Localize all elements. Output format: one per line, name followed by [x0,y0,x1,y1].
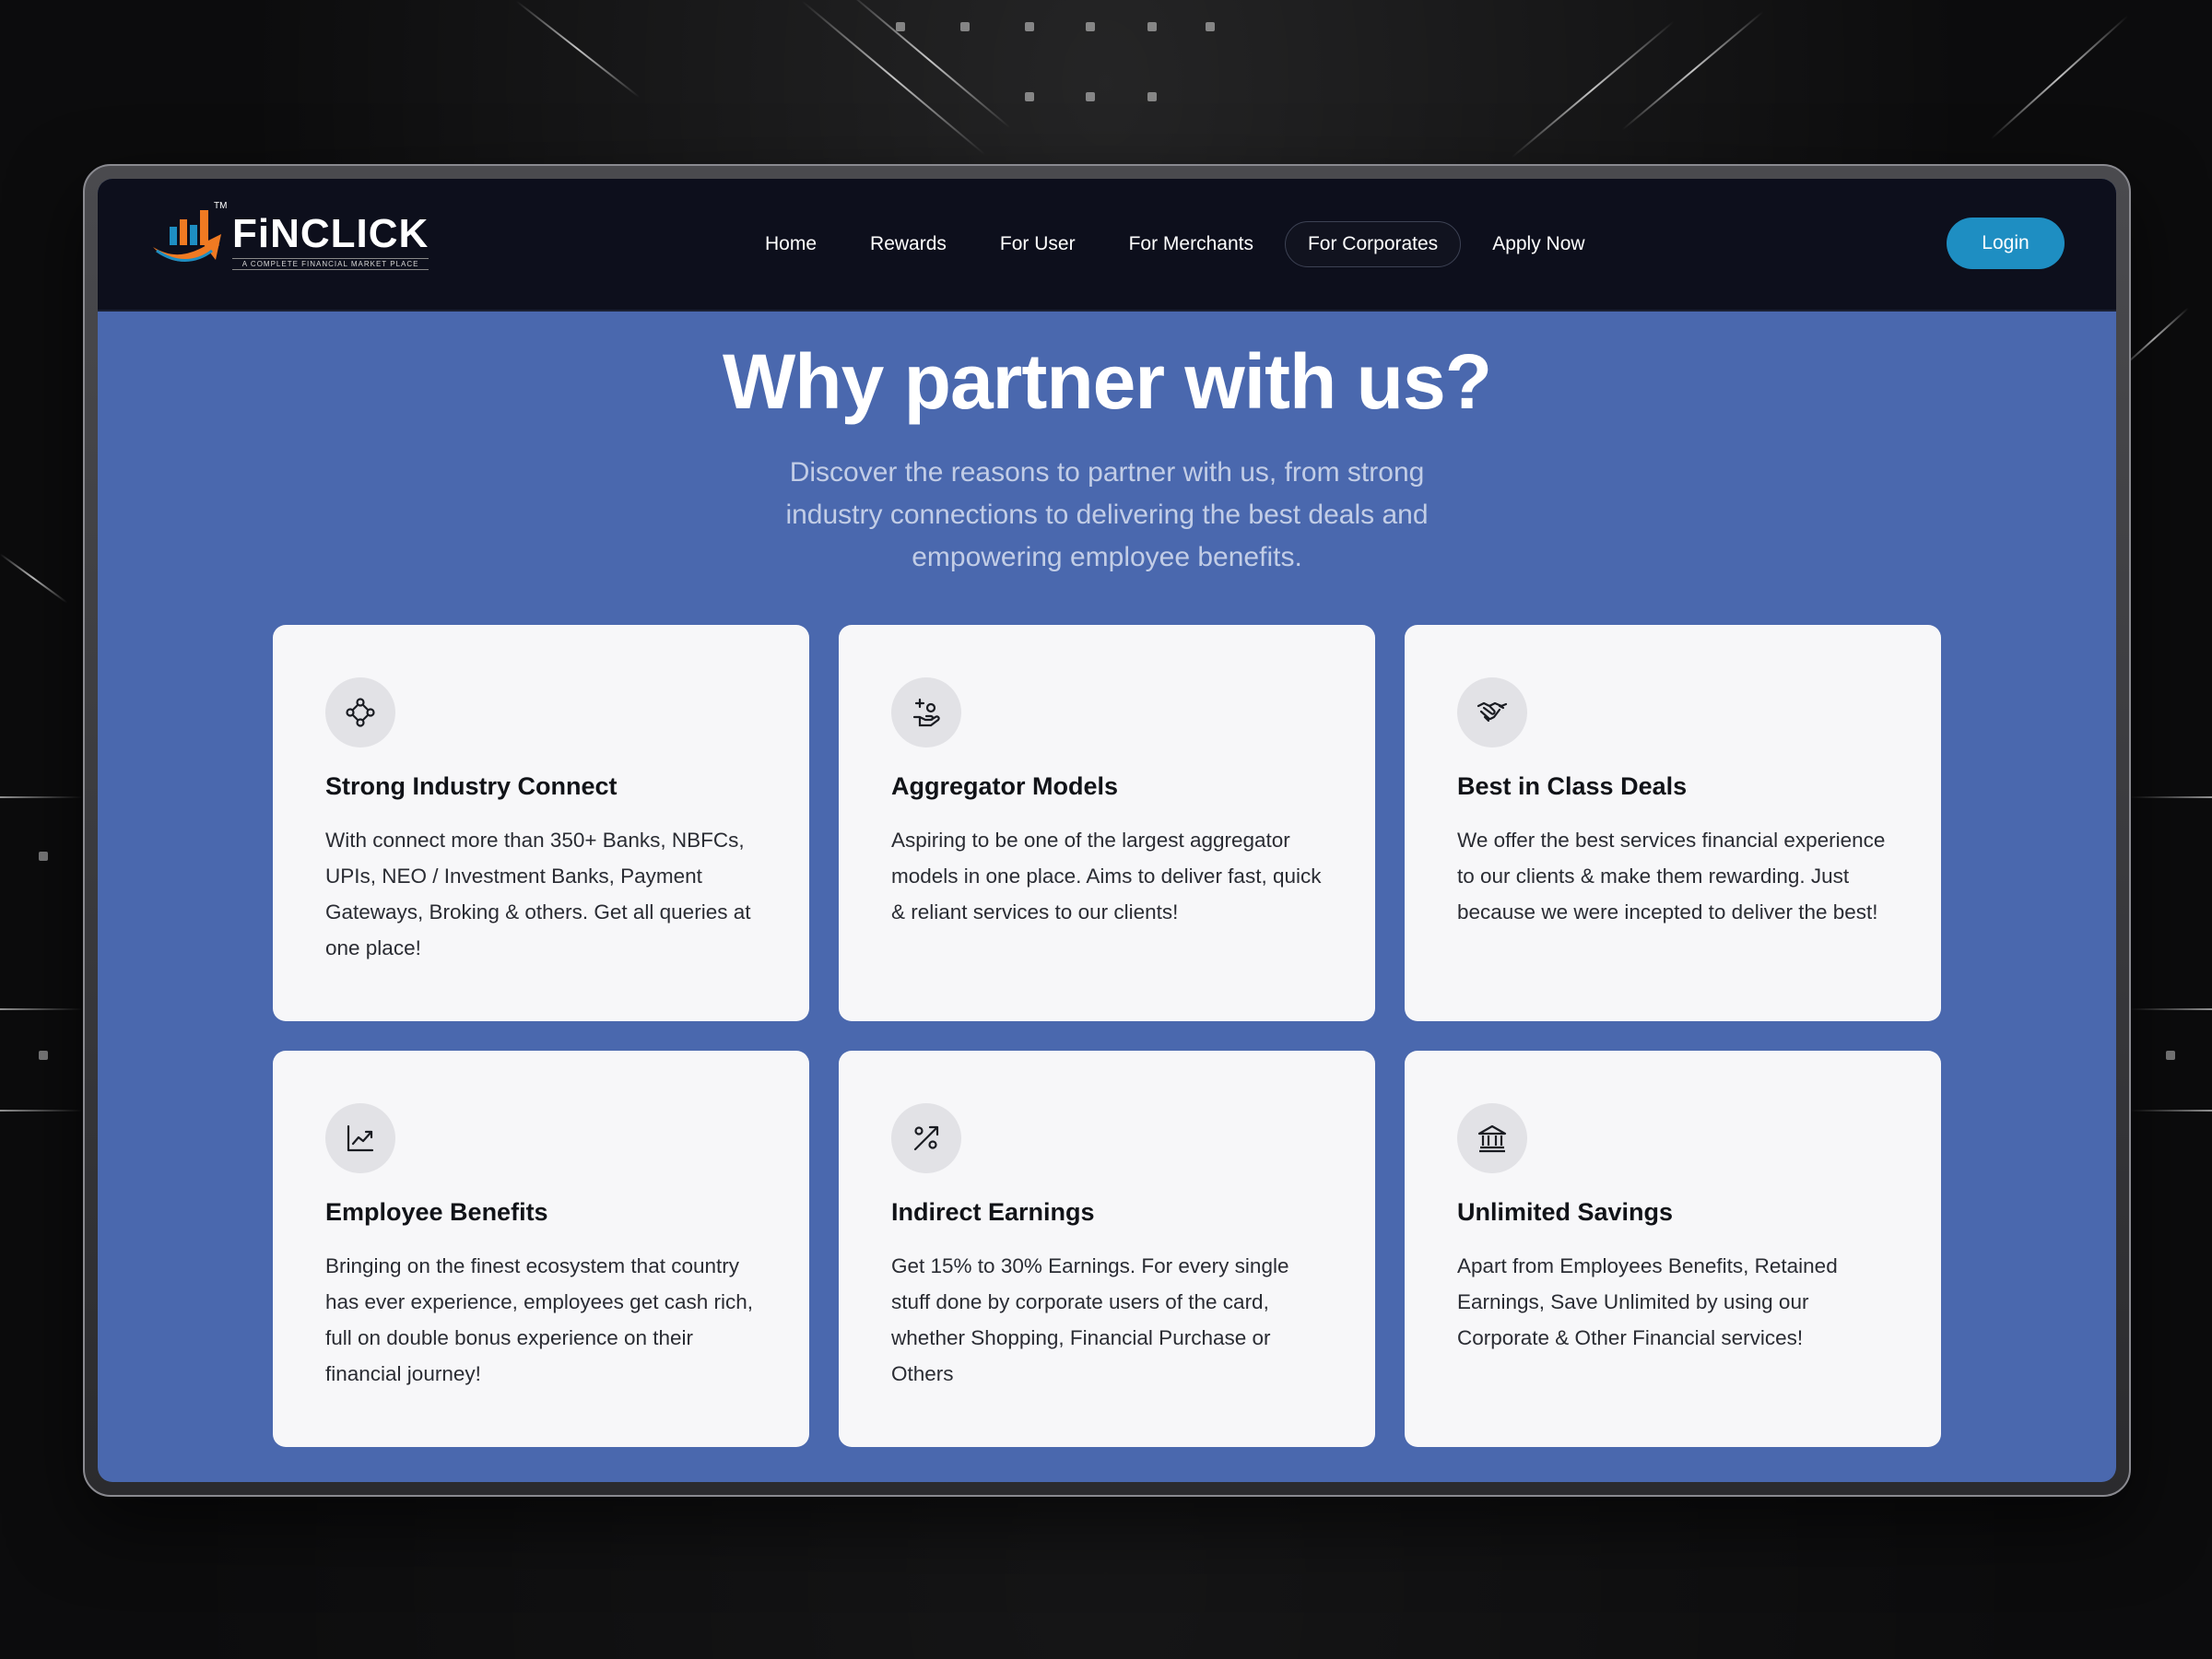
top-navbar: TM FiNCLICK A COMPLETE FINANCIAL MARKET … [98,179,2116,312]
hand-coin-icon [891,677,961,747]
light-line [2129,1008,2212,1010]
light-streak [515,0,641,99]
light-line [0,1110,83,1112]
feature-card: Aggregator Models Aspiring to be one of … [839,625,1375,1021]
browser-screen: TM FiNCLICK A COMPLETE FINANCIAL MARKET … [98,179,2116,1482]
card-description: Get 15% to 30% Earnings. For every singl… [891,1254,1289,1385]
nav-home[interactable]: Home [743,222,839,266]
login-button[interactable]: Login [1947,218,2065,269]
card-title: Strong Industry Connect [325,772,618,800]
card-description: Aspiring to be one of the largest aggreg… [891,829,1322,924]
logo-mark-icon: TM [151,201,229,276]
feature-card: Best in Class Deals We offer the best se… [1405,625,1941,1021]
decor-dot [1206,22,1215,31]
brand-tagline: A COMPLETE FINANCIAL MARKET PLACE [232,257,429,270]
feature-card: Unlimited Savings Apart from Employees B… [1405,1051,1941,1447]
card-title: Employee Benefits [325,1198,548,1226]
decor-dot [39,852,48,861]
handshake-icon [1457,677,1527,747]
section-title: Why partner with us? [722,338,1492,425]
decor-dot [2166,1051,2175,1060]
logo-text: FiNCLICK A COMPLETE FINANCIAL MARKET PLA… [232,210,429,270]
nav-for-user[interactable]: For User [978,222,1098,266]
percent-icon [891,1103,961,1173]
card-description: With connect more than 350+ Banks, NBFCs… [325,829,751,959]
brand-logo[interactable]: TM FiNCLICK A COMPLETE FINANCIAL MARKET … [151,201,429,276]
decor-dot [1086,92,1095,101]
nav-apply-now[interactable]: Apply Now [1470,222,1606,266]
decor-dot [39,1051,48,1060]
light-line [0,1008,83,1010]
light-streak [0,553,68,604]
decor-dot [1147,22,1157,31]
bank-icon [1457,1103,1527,1173]
card-title: Aggregator Models [891,772,1119,800]
light-streak [1621,10,1764,131]
decor-dot [1147,92,1157,101]
card-description: We offer the best services financial exp… [1457,829,1886,924]
light-line [2129,796,2212,798]
card-description: Bringing on the finest ecosystem that co… [325,1254,753,1385]
trend-chart-icon [325,1103,395,1173]
card-title: Indirect Earnings [891,1198,1095,1226]
brand-name: FiNCLICK [232,210,429,256]
nav-rewards[interactable]: Rewards [848,222,969,266]
decor-dot [1025,92,1034,101]
light-streak [1511,20,1675,159]
laptop-frame: TM FiNCLICK A COMPLETE FINANCIAL MARKET … [83,164,2131,1497]
card-title: Unlimited Savings [1457,1198,1674,1226]
decor-dot [1086,22,1095,31]
trademark-mark: TM [214,201,228,211]
nav-for-corporates[interactable]: For Corporates [1284,221,1462,267]
light-line [2129,1110,2212,1112]
decor-dot [1025,22,1034,31]
section-subtitle: Discover the reasons to partner with us,… [785,457,1429,572]
feature-card: Indirect Earnings Get 15% to 30% Earning… [839,1051,1375,1447]
light-line [0,796,83,798]
light-streak [1990,15,2129,140]
card-title: Best in Class Deals [1457,772,1688,800]
network-icon [325,677,395,747]
main-menu: Home Rewards For User For Merchants For … [743,219,1617,269]
feature-card: Strong Industry Connect With connect mor… [273,625,809,1021]
nav-for-merchants[interactable]: For Merchants [1107,222,1276,266]
light-streak [801,0,986,156]
decor-dot [896,22,905,31]
card-description: Apart from Employees Benefits, Retained … [1457,1254,1838,1349]
feature-card: Employee Benefits Bringing on the finest… [273,1051,809,1447]
decor-dot [960,22,970,31]
